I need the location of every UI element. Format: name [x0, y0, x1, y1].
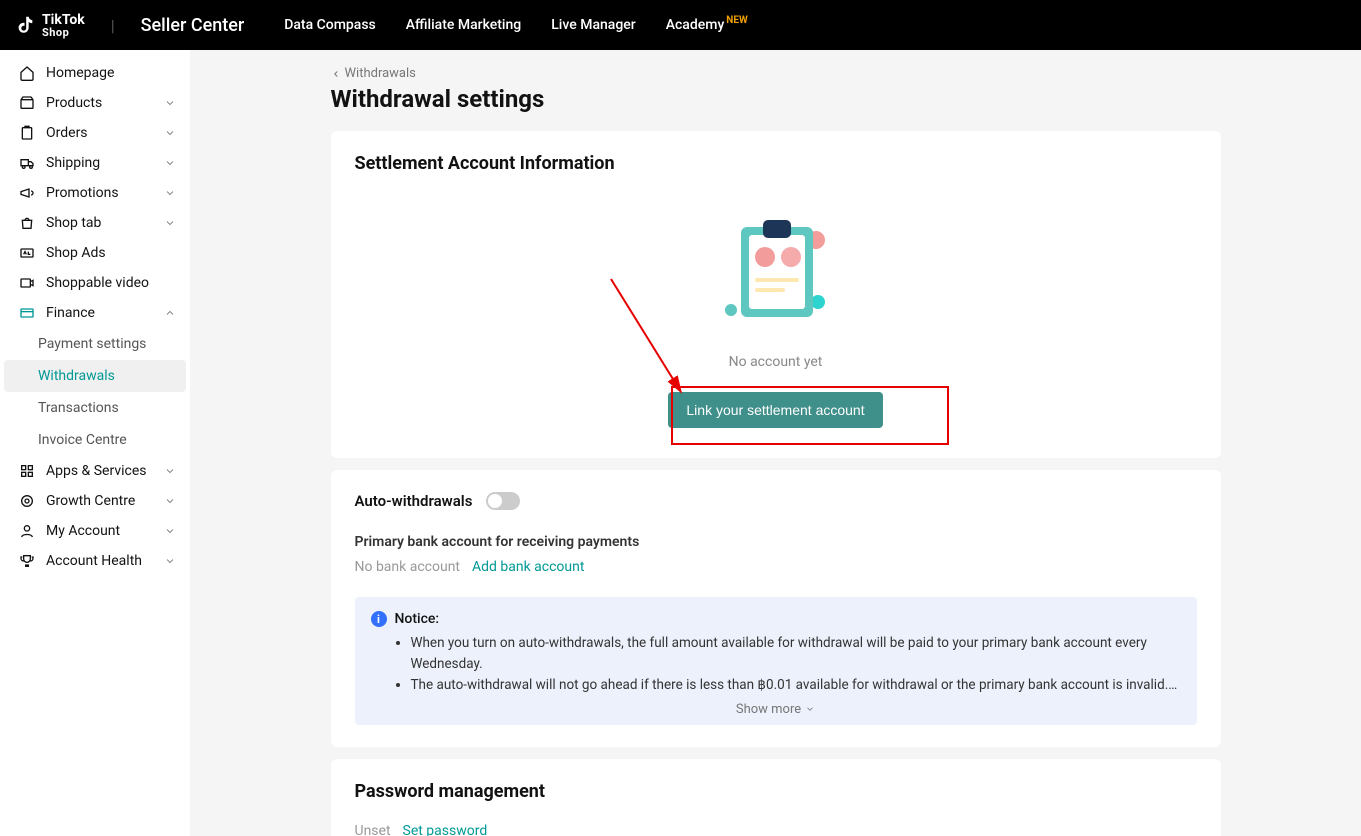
- sidebar-item-apps-services[interactable]: Apps & Services: [4, 456, 186, 486]
- badge-new: NEW: [726, 15, 747, 26]
- sidebar-item-products[interactable]: Products: [4, 88, 186, 118]
- sidebar-sub-transactions[interactable]: Transactions: [4, 392, 186, 424]
- nav-academy-label: Academy: [666, 17, 725, 33]
- nav-academy[interactable]: AcademyNEW: [666, 17, 748, 33]
- sidebar-item-label: Growth Centre: [46, 493, 135, 509]
- sidebar-item-label: Finance: [46, 305, 95, 321]
- nav-data-compass[interactable]: Data Compass: [284, 17, 375, 33]
- chevron-down-icon: [164, 187, 176, 199]
- notice-head-text: Notice:: [395, 611, 440, 627]
- sidebar-item-label: Products: [46, 95, 102, 111]
- chevron-down-icon: [164, 525, 176, 537]
- page-title: Withdrawal settings: [331, 85, 1221, 113]
- truck-icon: [18, 155, 36, 171]
- bag-icon: [18, 215, 36, 231]
- trophy-icon: [18, 553, 36, 569]
- nav-live-manager[interactable]: Live Manager: [551, 17, 635, 33]
- empty-illustration: [711, 202, 841, 332]
- sidebar-item-label: Shop tab: [46, 215, 101, 231]
- add-bank-account-link[interactable]: Add bank account: [472, 559, 584, 575]
- user-icon: [18, 523, 36, 539]
- sidebar-item-label: Apps & Services: [46, 463, 147, 479]
- password-status: Unset: [355, 823, 391, 836]
- set-password-link[interactable]: Set password: [403, 823, 488, 836]
- grid-icon: [18, 463, 36, 479]
- seller-center-label[interactable]: Seller Center: [141, 15, 245, 36]
- sidebar-item-shoppable-video[interactable]: Shoppable video: [4, 268, 186, 298]
- show-more-link[interactable]: Show more: [371, 702, 1181, 717]
- logo[interactable]: TikTok Shop: [14, 13, 85, 38]
- sidebar-sub-withdrawals[interactable]: Withdrawals: [4, 360, 186, 392]
- primary-bank-label: Primary bank account for receiving payme…: [355, 534, 1197, 550]
- password-title: Password management: [355, 781, 1197, 802]
- sidebar-item-label: Homepage: [46, 65, 114, 81]
- sidebar-item-account-health[interactable]: Account Health: [4, 546, 186, 576]
- home-icon: [18, 65, 36, 81]
- auto-withdrawals-label: Auto-withdrawals: [355, 492, 473, 510]
- notice-bullet: When you turn on auto-withdrawals, the f…: [411, 633, 1181, 675]
- no-bank-account-text: No bank account: [355, 559, 461, 575]
- sidebar-item-my-account[interactable]: My Account: [4, 516, 186, 546]
- sidebar-item-label: Orders: [46, 125, 88, 141]
- megaphone-icon: [18, 185, 36, 201]
- chevron-down-icon: [164, 465, 176, 477]
- card-icon: [18, 305, 36, 321]
- logo-text-2: Shop: [42, 27, 85, 38]
- chevron-down-icon: [164, 157, 176, 169]
- tiktok-icon: [14, 14, 36, 36]
- sidebar-item-shipping[interactable]: Shipping: [4, 148, 186, 178]
- chevron-down-icon: [164, 495, 176, 507]
- sidebar-sub-payment-settings[interactable]: Payment settings: [4, 328, 186, 360]
- breadcrumb-label: Withdrawals: [345, 66, 416, 81]
- logo-text-1: TikTok: [42, 13, 85, 27]
- auto-withdrawals-toggle[interactable]: [486, 492, 520, 510]
- nav-affiliate[interactable]: Affiliate Marketing: [406, 17, 522, 33]
- auto-withdrawals-card: Auto-withdrawals Primary bank account fo…: [331, 470, 1221, 747]
- chevron-down-icon: [164, 97, 176, 109]
- sidebar: Homepage Products Orders Shipping Promot…: [0, 50, 190, 836]
- box-icon: [18, 95, 36, 111]
- settlement-card: Settlement Account Information: [331, 131, 1221, 458]
- settlement-title: Settlement Account Information: [355, 153, 1197, 174]
- ads-icon: [18, 245, 36, 261]
- clipboard-icon: [18, 125, 36, 141]
- show-more-label: Show more: [736, 702, 801, 717]
- sidebar-sub-invoice-centre[interactable]: Invoice Centre: [4, 424, 186, 456]
- sidebar-item-homepage[interactable]: Homepage: [4, 58, 186, 88]
- chevron-left-icon: [331, 69, 341, 79]
- chevron-down-icon: [164, 555, 176, 567]
- notice-bullet: The auto-withdrawal will not go ahead if…: [411, 675, 1181, 696]
- sidebar-item-label: Shoppable video: [46, 275, 149, 291]
- chevron-down-icon: [164, 217, 176, 229]
- sidebar-item-label: Shipping: [46, 155, 100, 171]
- divider: |: [111, 16, 115, 35]
- top-nav: TikTok Shop | Seller Center Data Compass…: [0, 0, 1361, 50]
- sidebar-item-orders[interactable]: Orders: [4, 118, 186, 148]
- notice-box: i Notice: When you turn on auto-withdraw…: [355, 597, 1197, 725]
- chevron-up-icon: [164, 307, 176, 319]
- chevron-down-icon: [164, 127, 176, 139]
- breadcrumb-back[interactable]: Withdrawals: [331, 66, 1221, 81]
- sidebar-item-label: My Account: [46, 523, 120, 539]
- video-icon: [18, 275, 36, 291]
- sidebar-item-finance[interactable]: Finance: [4, 298, 186, 328]
- password-card: Password management Unset Set password: [331, 759, 1221, 836]
- sidebar-item-promotions[interactable]: Promotions: [4, 178, 186, 208]
- sidebar-item-shop-tab[interactable]: Shop tab: [4, 208, 186, 238]
- chevron-down-icon: [805, 704, 815, 714]
- sidebar-item-shop-ads[interactable]: Shop Ads: [4, 238, 186, 268]
- sidebar-item-growth-centre[interactable]: Growth Centre: [4, 486, 186, 516]
- nav-items: Data Compass Affiliate Marketing Live Ma…: [284, 17, 747, 33]
- empty-caption: No account yet: [355, 354, 1197, 370]
- target-icon: [18, 493, 36, 509]
- sidebar-item-label: Shop Ads: [46, 245, 106, 261]
- info-icon: i: [371, 611, 387, 627]
- sidebar-item-label: Promotions: [46, 185, 119, 201]
- sidebar-item-label: Account Health: [46, 553, 142, 569]
- content: Withdrawals Withdrawal settings Settleme…: [190, 50, 1361, 836]
- link-settlement-button[interactable]: Link your settlement account: [668, 392, 882, 428]
